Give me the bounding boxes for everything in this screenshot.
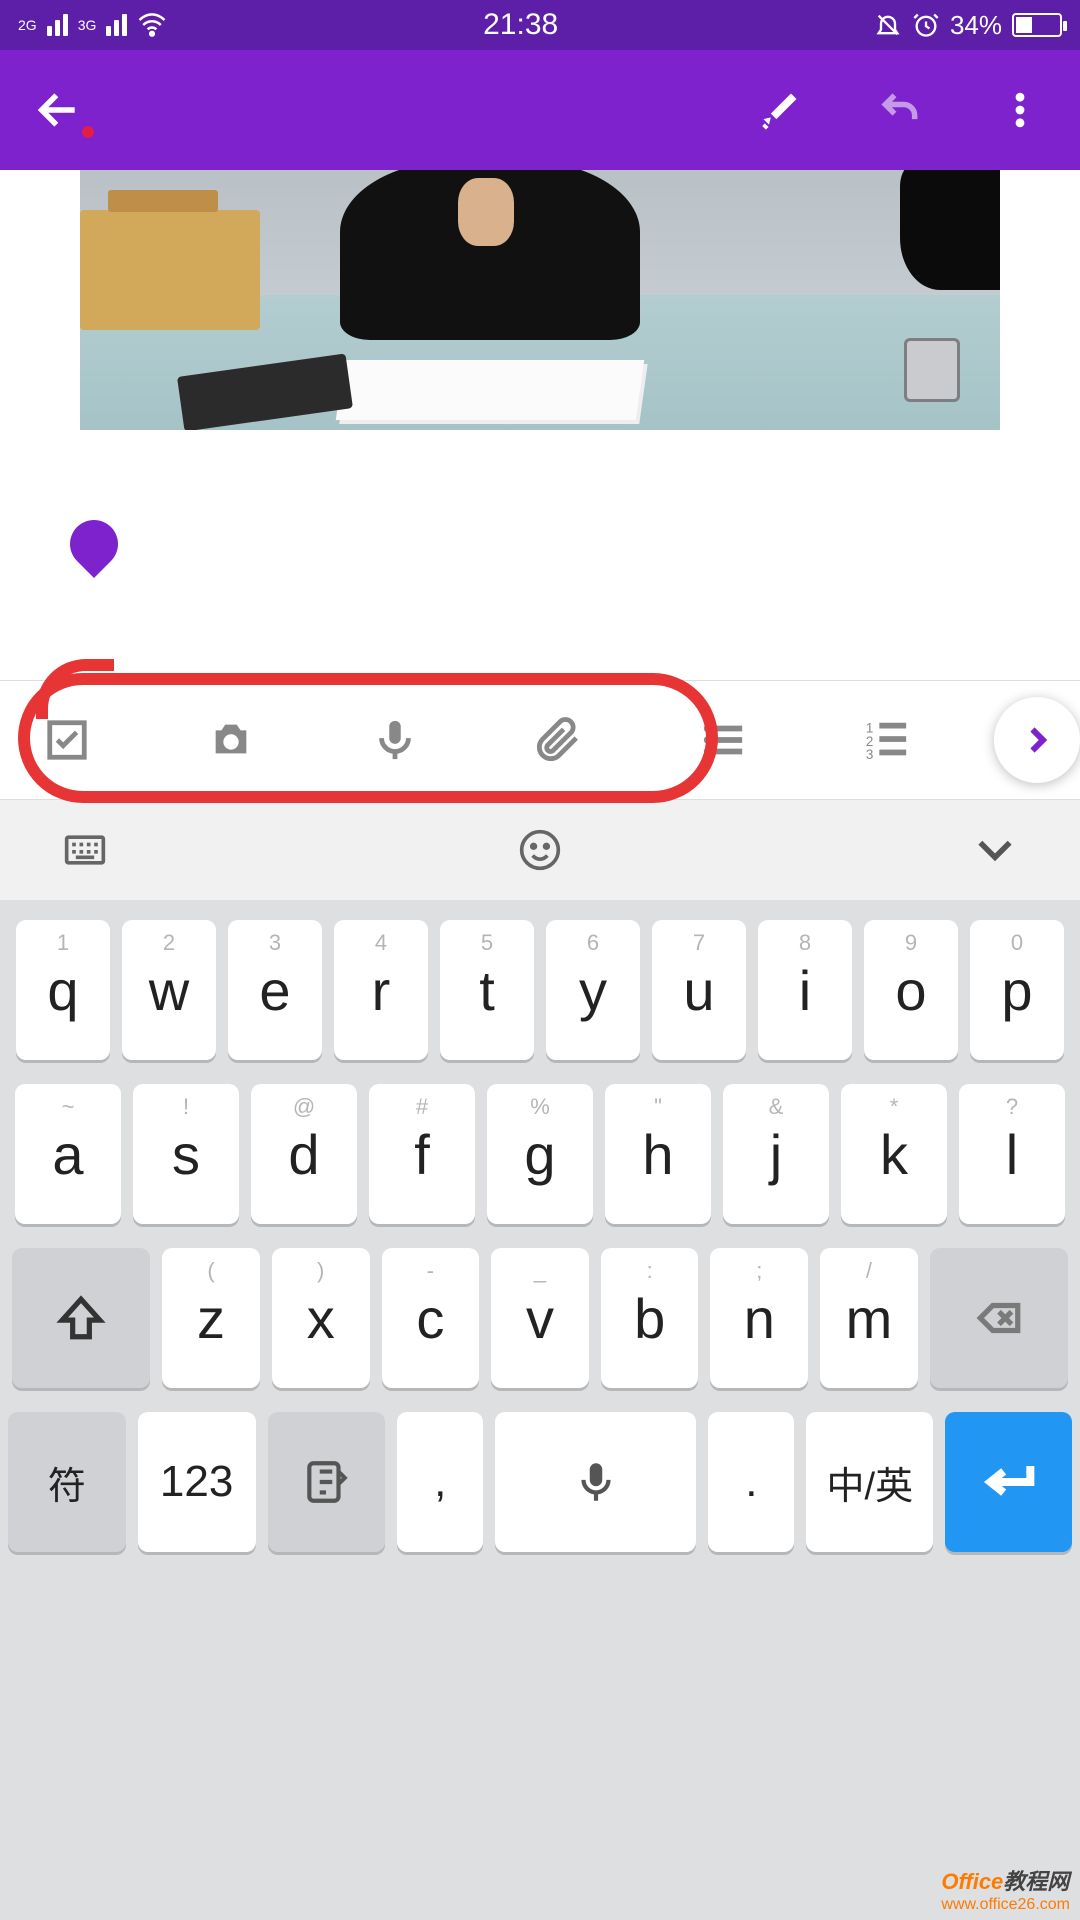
key-shift[interactable]	[12, 1248, 150, 1388]
key-y[interactable]: 6y	[546, 920, 640, 1060]
battery-percent: 34%	[950, 10, 1002, 41]
key-cn-en-toggle[interactable]: 中/英	[806, 1412, 933, 1552]
cursor-handle[interactable]	[60, 510, 128, 578]
signal-2-icon	[106, 14, 127, 36]
collapse-keyboard-button[interactable]	[970, 825, 1020, 875]
key-period[interactable]: .	[708, 1412, 794, 1552]
key-numbers[interactable]: 123	[138, 1412, 256, 1552]
key-symbols[interactable]: 符	[8, 1412, 126, 1552]
key-o[interactable]: 9o	[864, 920, 958, 1060]
key-q[interactable]: 1q	[16, 920, 110, 1060]
key-p[interactable]: 0p	[970, 920, 1064, 1060]
key-space[interactable]	[495, 1412, 696, 1552]
key-v[interactable]: _v	[491, 1248, 589, 1388]
key-j[interactable]: &j	[723, 1084, 829, 1224]
key-a[interactable]: ~a	[15, 1084, 121, 1224]
attachment-button[interactable]	[532, 713, 586, 767]
status-right: 34%	[874, 10, 1062, 41]
network-1: 2G	[18, 19, 37, 31]
keyboard-type-button[interactable]	[60, 825, 110, 875]
key-c[interactable]: -c	[382, 1248, 480, 1388]
key-g[interactable]: %g	[487, 1084, 593, 1224]
key-row-4: 符 123 , . 中/英	[8, 1412, 1072, 1552]
network-2: 3G	[78, 19, 97, 31]
key-s[interactable]: !s	[133, 1084, 239, 1224]
signal-1-icon	[47, 14, 68, 36]
numbered-list-button[interactable]: 123	[860, 713, 914, 767]
bullet-list-button[interactable]	[696, 713, 750, 767]
key-backspace[interactable]	[930, 1248, 1068, 1388]
key-l[interactable]: ?l	[959, 1084, 1065, 1224]
key-x[interactable]: )x	[272, 1248, 370, 1388]
soft-keyboard: 1q 2w 3e 4r 5t 6y 7u 8i 9o 0p ~a !s @d #…	[0, 900, 1080, 1920]
key-z[interactable]: (z	[162, 1248, 260, 1388]
editor-toolbar: 123	[0, 680, 1080, 800]
emoji-button[interactable]	[515, 825, 565, 875]
app-bar	[0, 50, 1080, 170]
key-h[interactable]: "h	[605, 1084, 711, 1224]
camera-button[interactable]	[204, 713, 258, 767]
note-content-area[interactable]	[0, 170, 1080, 680]
undo-button[interactable]	[870, 80, 930, 140]
more-menu-button[interactable]	[990, 80, 1050, 140]
key-row-2: ~a !s @d #f %g "h &j *k ?l	[8, 1084, 1072, 1224]
key-enter[interactable]	[945, 1412, 1072, 1552]
status-time: 21:38	[483, 8, 558, 42]
alarm-icon	[912, 11, 940, 39]
checkbox-button[interactable]	[40, 713, 94, 767]
dnd-icon	[874, 11, 902, 39]
wifi-icon	[137, 10, 167, 40]
watermark: Office教程网 www.office26.com	[941, 1864, 1070, 1914]
key-n[interactable]: ;n	[710, 1248, 808, 1388]
svg-text:3: 3	[866, 747, 873, 762]
edit-pen-button[interactable]	[750, 80, 810, 140]
status-bar: 2G 3G 21:38 34%	[0, 0, 1080, 50]
inserted-photo[interactable]	[80, 170, 1000, 430]
key-f[interactable]: #f	[369, 1084, 475, 1224]
status-left: 2G 3G	[18, 10, 167, 40]
microphone-button[interactable]	[368, 713, 422, 767]
battery-icon	[1012, 13, 1062, 37]
key-u[interactable]: 7u	[652, 920, 746, 1060]
key-w[interactable]: 2w	[122, 920, 216, 1060]
key-r[interactable]: 4r	[334, 920, 428, 1060]
key-d[interactable]: @d	[251, 1084, 357, 1224]
expand-toolbar-button[interactable]	[994, 697, 1080, 783]
ime-control-row	[0, 800, 1080, 900]
key-language[interactable]	[268, 1412, 386, 1552]
key-row-3: (z )x -c _v :b ;n /m	[8, 1248, 1072, 1388]
back-button[interactable]	[30, 80, 90, 140]
key-t[interactable]: 5t	[440, 920, 534, 1060]
key-m[interactable]: /m	[820, 1248, 918, 1388]
key-comma[interactable]: ,	[397, 1412, 483, 1552]
key-k[interactable]: *k	[841, 1084, 947, 1224]
key-row-1: 1q 2w 3e 4r 5t 6y 7u 8i 9o 0p	[8, 920, 1072, 1060]
key-b[interactable]: :b	[601, 1248, 699, 1388]
key-i[interactable]: 8i	[758, 920, 852, 1060]
key-e[interactable]: 3e	[228, 920, 322, 1060]
